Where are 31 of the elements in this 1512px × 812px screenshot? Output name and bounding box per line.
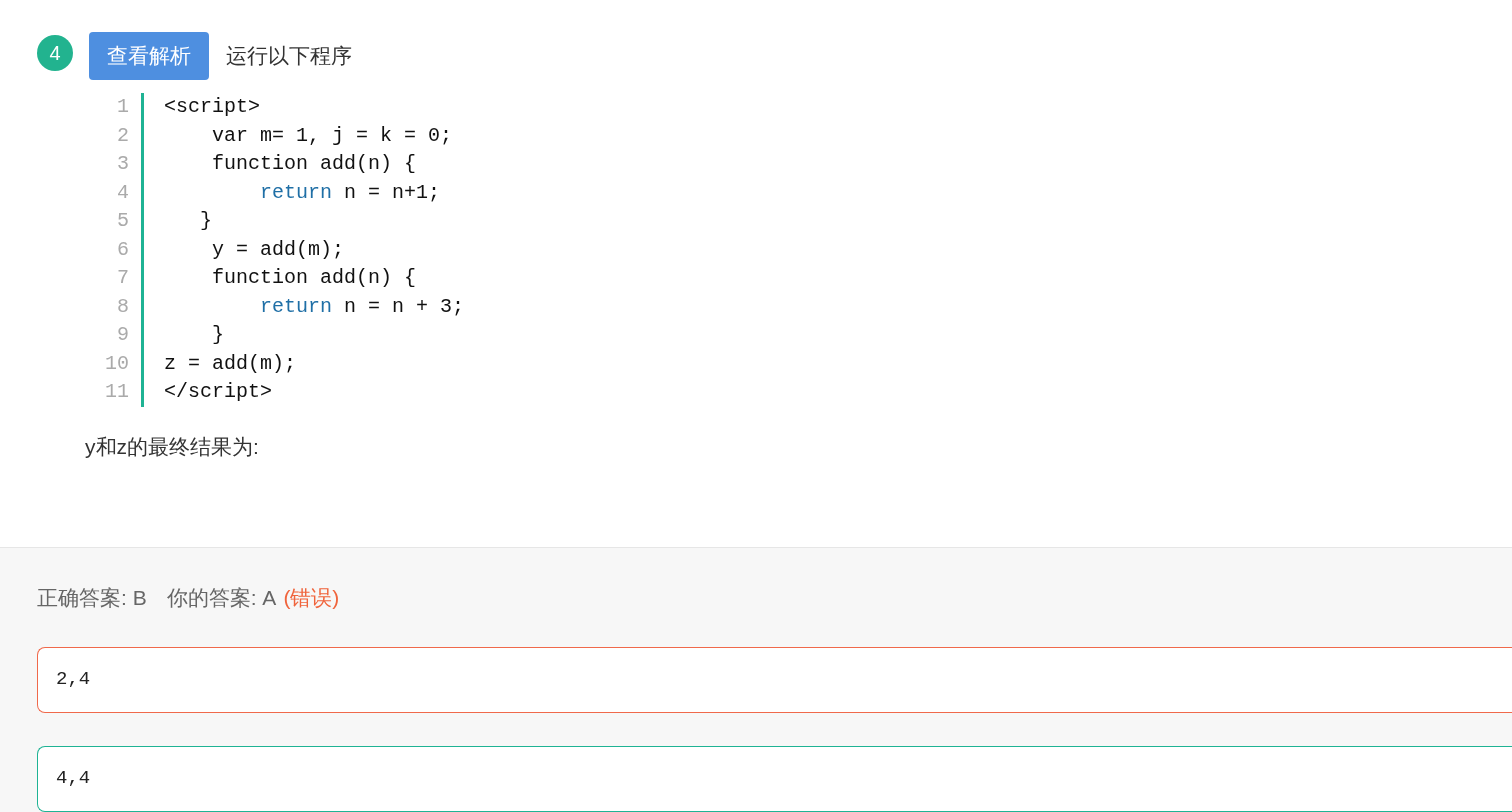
code-line: } bbox=[200, 208, 213, 234]
line-number: 4 bbox=[117, 180, 129, 204]
verdict-text: (错误) bbox=[283, 584, 340, 611]
answer-option: 4,4 bbox=[37, 745, 1512, 812]
line-number: 10 bbox=[105, 351, 129, 375]
correct-answer-text: 正确答案: B bbox=[37, 584, 147, 611]
your-answer-text: 你的答案: A bbox=[166, 584, 277, 611]
line-number: 8 bbox=[117, 294, 129, 318]
code-line: var m= 1, j = k = 0; bbox=[212, 122, 453, 149]
code-line: return n = n+1; bbox=[260, 179, 441, 206]
line-number: 1 bbox=[117, 95, 129, 118]
code-line: z = add(m); bbox=[164, 350, 297, 377]
question-prompt: y和z的最终结果为: bbox=[85, 434, 259, 458]
code-line: <script> bbox=[164, 94, 260, 120]
line-number: 6 bbox=[117, 237, 129, 261]
code-line: function add(n) { bbox=[212, 151, 417, 177]
code-line: } bbox=[212, 322, 225, 348]
line-number: 9 bbox=[117, 323, 129, 346]
code-line: </script> bbox=[164, 379, 273, 405]
question-number: 4 bbox=[37, 35, 73, 71]
code-line: y = add(m); bbox=[212, 236, 345, 263]
line-number: 11 bbox=[105, 380, 129, 403]
line-number: 5 bbox=[117, 209, 129, 232]
line-number: 2 bbox=[117, 123, 129, 147]
code-line: function add(n) { bbox=[212, 265, 417, 291]
code-line: return n = n + 3; bbox=[260, 293, 465, 320]
analysis-button[interactable]: 查看解析 bbox=[89, 32, 209, 80]
line-number: 3 bbox=[117, 152, 129, 175]
line-number: 7 bbox=[117, 266, 129, 289]
answer-option: 2,4 bbox=[37, 646, 1512, 713]
question-title: 运行以下程序 bbox=[226, 43, 352, 70]
